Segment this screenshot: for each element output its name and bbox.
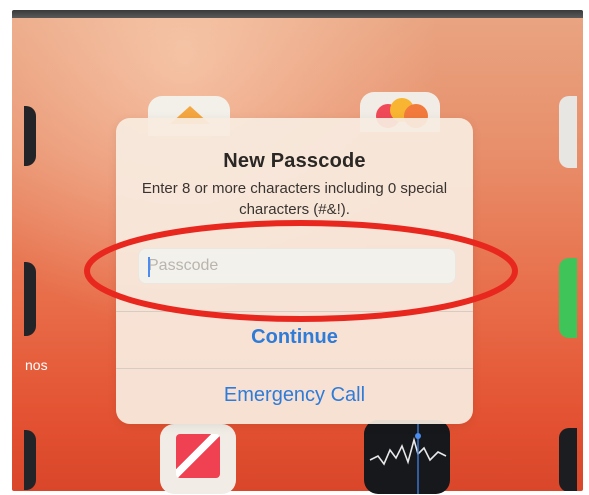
stocks-app-icon[interactable]: [364, 420, 450, 494]
partial-app-icon-left-top: [24, 106, 36, 166]
app-label-fragment: nos: [25, 357, 48, 373]
white-margin-left: [0, 0, 12, 495]
partial-app-icon-left-bottom: [24, 430, 36, 490]
dialog-title: New Passcode: [223, 150, 366, 172]
news-glyph-icon: [176, 434, 220, 478]
new-passcode-dialog: New Passcode Enter 8 or more characters …: [116, 118, 473, 424]
partial-app-icon-left-middle: [24, 262, 36, 336]
divider-top: [116, 311, 473, 312]
partial-app-icon-right-bottom: [559, 428, 577, 491]
text-cursor: [148, 257, 150, 277]
dialog-message: Enter 8 or more characters including 0 s…: [141, 180, 448, 218]
stocks-chart-icon: [369, 424, 447, 494]
passcode-input[interactable]: [138, 248, 456, 284]
news-app-icon[interactable]: [160, 424, 236, 494]
emergency-call-button[interactable]: Emergency Call: [116, 371, 473, 417]
continue-button[interactable]: Continue: [116, 313, 473, 359]
partial-app-icon-right-top: [559, 96, 577, 168]
divider-bottom: [116, 368, 473, 369]
partial-app-icon-right-middle: [559, 258, 577, 338]
